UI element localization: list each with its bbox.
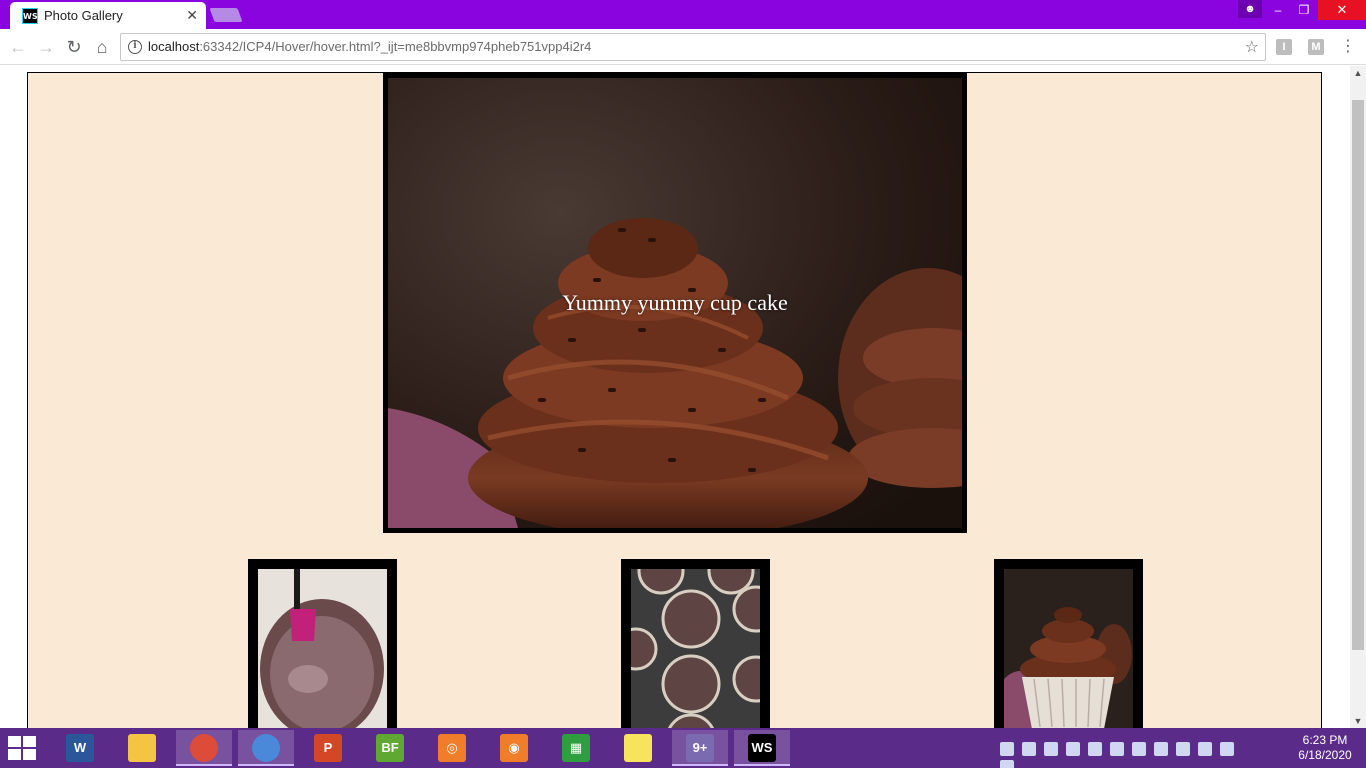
taskbar-notifications-app-button[interactable]: 9+ [672, 730, 728, 766]
extension-m-icon[interactable]: M [1308, 39, 1324, 55]
forward-arrow-icon[interactable]: → [35, 36, 57, 58]
scrollbar-thumb[interactable] [1352, 100, 1364, 650]
page-viewport: Yummy yummy cup cake [0, 66, 1350, 728]
scroll-down-arrow-icon[interactable]: ▼ [1350, 716, 1366, 726]
powerpoint-icon: P [314, 734, 342, 762]
chromium-icon [252, 734, 280, 762]
taskbar-webstorm-button[interactable]: WS [734, 730, 790, 766]
url-host: localhost [148, 39, 200, 54]
tab-close-icon[interactable]: ✕ [186, 7, 198, 23]
reload-icon[interactable]: ↻ [63, 36, 85, 58]
cupcake-tin-illustration [631, 569, 760, 728]
webstorm-favicon-icon: WS [22, 8, 38, 24]
big-farm-icon: BF [376, 734, 404, 762]
camera-icon: ◉ [500, 734, 528, 762]
taskbar-sticky-notes-button[interactable] [610, 730, 666, 766]
info-icon[interactable]: i [128, 40, 142, 54]
taskbar-chrome-button[interactable] [176, 730, 232, 766]
windows-taskbar: W P BF ◎ ◉ ▦ 9+ WS 6:23 PM 6/18/2020 [0, 728, 1366, 768]
zoom-tray-icon[interactable] [1000, 741, 1014, 756]
gallery-container: Yummy yummy cup cake [27, 72, 1322, 728]
word-icon: W [66, 734, 94, 762]
thumbnail-batter-bowl[interactable] [248, 559, 397, 728]
taskbar-big-farm-button[interactable]: BF [362, 730, 418, 766]
minimize-button[interactable]: – [1264, 0, 1292, 20]
batter-bowl-illustration [258, 569, 387, 728]
windows-start-icon[interactable] [8, 736, 38, 760]
url-path: :63342/ICP4/Hover/hover.html?_ijt=me8bbv… [199, 39, 592, 54]
battery-icon[interactable] [1198, 741, 1212, 756]
file-explorer-icon [128, 734, 156, 762]
taskbar-word-button[interactable]: W [52, 730, 108, 766]
browser-toolbar: ← → ↻ ⌂ i localhost:63342/ICP4/Hover/hov… [0, 29, 1366, 65]
back-arrow-icon[interactable]: ← [7, 36, 29, 58]
clock-time: 6:23 PM [1302, 733, 1348, 747]
sticky-notes-icon [624, 734, 652, 762]
scroll-up-arrow-icon[interactable]: ▲ [1350, 68, 1366, 78]
webstorm-icon: WS [748, 734, 776, 762]
profile-icon[interactable]: ☻ [1238, 0, 1262, 18]
taskbar-camera-button[interactable]: ◉ [486, 730, 542, 766]
home-icon[interactable]: ⌂ [91, 36, 113, 58]
taskbar-store-button[interactable]: ▦ [548, 730, 604, 766]
url-text[interactable]: localhost:63342/ICP4/Hover/hover.html?_i… [148, 39, 591, 54]
signal-icon[interactable] [1000, 759, 1014, 768]
tab-photo-gallery[interactable]: WS Photo Gallery ✕ [10, 2, 206, 29]
taskbar-file-explorer-button[interactable] [114, 730, 170, 766]
app-orange-icon: ◎ [438, 734, 466, 762]
display-tray-icon[interactable] [1066, 741, 1080, 756]
main-cupcake-photo[interactable]: Yummy yummy cup cake [383, 73, 967, 533]
taskbar-powerpoint-button[interactable]: P [300, 730, 356, 766]
taskbar-app-orange-button[interactable]: ◎ [424, 730, 480, 766]
taskbar-chromium-button[interactable] [238, 730, 294, 766]
camera-tray-icon[interactable] [1110, 741, 1124, 756]
tab-title: Photo Gallery [44, 8, 123, 23]
no-sync-tray-icon[interactable] [1220, 741, 1234, 756]
vertical-scrollbar[interactable]: ▲ ▼ [1350, 66, 1366, 728]
new-tab-button[interactable] [209, 8, 243, 22]
extension-i-icon[interactable]: I [1276, 39, 1292, 55]
frosted-cupcake-illustration [1004, 569, 1133, 728]
thumbnail-frosted-cupcake[interactable] [994, 559, 1143, 728]
browser-menu-icon[interactable]: ⋮ [1340, 36, 1356, 58]
chrome-icon [190, 734, 218, 762]
store-icon: ▦ [562, 734, 590, 762]
network-tray-icon[interactable] [1022, 741, 1036, 756]
folder-tray-icon[interactable] [1132, 741, 1146, 756]
notifications-app-icon: 9+ [686, 734, 714, 762]
taskbar-clock[interactable]: 6:23 PM 6/18/2020 [1290, 733, 1360, 763]
restore-button[interactable]: ❐ [1290, 0, 1318, 20]
volume-icon[interactable] [1088, 741, 1102, 756]
cloud-tray-icon[interactable] [1176, 741, 1190, 756]
bookmark-star-icon[interactable]: ☆ [1245, 37, 1259, 57]
green-app-tray-icon[interactable] [1044, 741, 1058, 756]
thumbnail-cupcake-tin[interactable] [621, 559, 770, 728]
address-bar[interactable]: i localhost:63342/ICP4/Hover/hover.html?… [120, 33, 1266, 61]
system-tray [1000, 740, 1250, 768]
clock-date: 6/18/2020 [1298, 748, 1352, 762]
main-photo-caption: Yummy yummy cup cake [562, 290, 788, 315]
close-window-button[interactable]: ✕ [1318, 0, 1366, 20]
orange-app-tray-icon[interactable] [1154, 741, 1168, 756]
browser-titlebar: WS Photo Gallery ✕ ☻ – ❐ ✕ [0, 0, 1366, 29]
